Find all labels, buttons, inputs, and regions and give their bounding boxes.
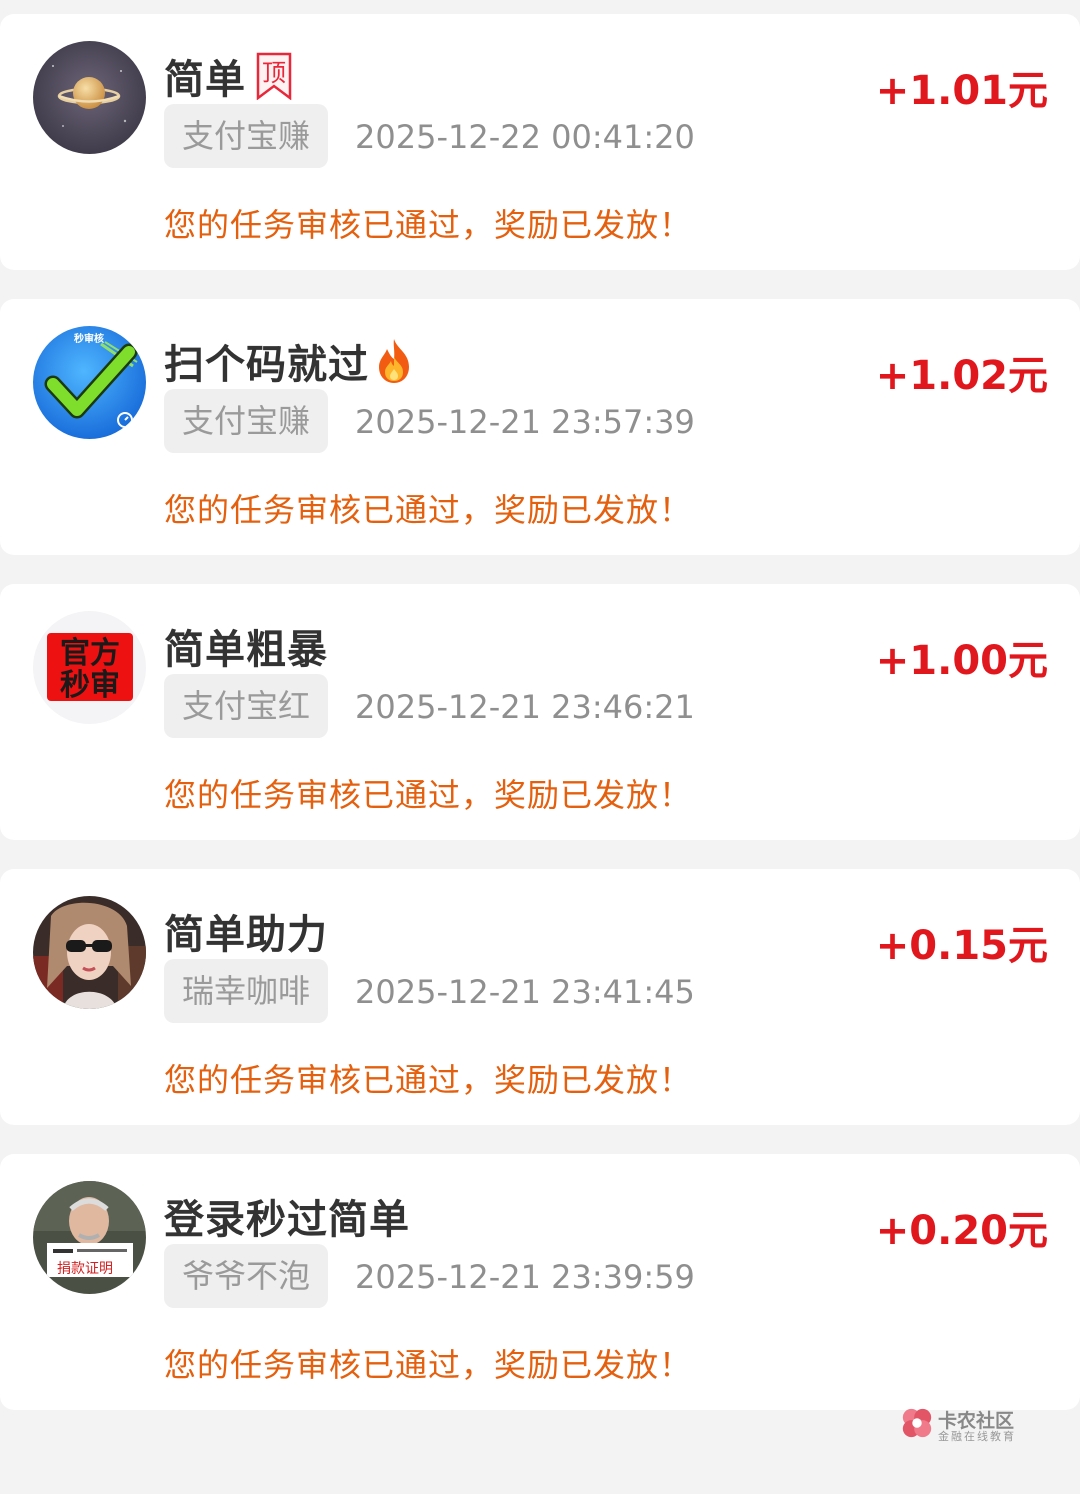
task-title: 简单粗暴 — [164, 627, 328, 673]
watermark-logo-icon — [902, 1408, 932, 1438]
reward-amount: +1.01元 — [875, 68, 1048, 114]
svg-text:捐款证明: 捐款证明 — [57, 1261, 113, 1277]
woman-sunglasses-avatar[interactable] — [33, 896, 146, 1009]
status-message: 您的任务审核已通过，奖励已发放！ — [164, 1346, 693, 1384]
task-card[interactable]: 简单 顶 +1.01元 支付宝赚 2025-12-22 00:41:20 您的任… — [0, 14, 1080, 270]
reward-amount: +0.15元 — [875, 923, 1048, 969]
task-title: 简单助力 — [164, 912, 328, 958]
task-tag: 瑞幸咖啡 — [164, 959, 328, 1023]
task-card[interactable]: 捐款证明 登录秒过简单 +0.20元 爷爷不泡 2025-12-21 23:39… — [0, 1154, 1080, 1410]
reward-amount: +0.20元 — [875, 1208, 1048, 1254]
timestamp: 2025-12-21 23:39:59 — [355, 1258, 695, 1296]
reward-amount: +1.00元 — [875, 638, 1048, 684]
task-title: 扫个码就过 — [164, 342, 369, 388]
svg-text:顶: 顶 — [262, 59, 286, 87]
watermark: 卡农社区 金融在线教育 — [900, 1404, 1030, 1444]
task-title: 简单 — [164, 57, 246, 103]
status-message: 您的任务审核已通过，奖励已发放！ — [164, 776, 693, 814]
status-message: 您的任务审核已通过，奖励已发放！ — [164, 491, 693, 529]
svg-text:秒审核: 秒审核 — [74, 332, 104, 345]
svg-text:秒审: 秒审 — [60, 668, 120, 703]
task-card[interactable]: 官方 秒审 简单粗暴 +1.00元 支付宝红 2025-12-21 23:46:… — [0, 584, 1080, 840]
timestamp: 2025-12-21 23:57:39 — [355, 403, 695, 441]
fire-icon — [373, 337, 415, 385]
timestamp: 2025-12-21 23:41:45 — [355, 973, 695, 1011]
stamp-avatar[interactable]: 官方 秒审 — [33, 611, 146, 724]
reward-amount: +1.02元 — [875, 353, 1048, 399]
old-man-avatar[interactable]: 捐款证明 — [33, 1181, 146, 1294]
task-tag: 支付宝红 — [164, 674, 328, 738]
status-message: 您的任务审核已通过，奖励已发放！ — [164, 206, 693, 244]
planet-avatar[interactable] — [33, 41, 146, 154]
task-card[interactable]: 秒审核 扫个码就过 +1.02元 支付宝赚 2025-12-21 23:57:3… — [0, 299, 1080, 555]
task-tag: 支付宝赚 — [164, 104, 328, 168]
pin-badge-icon: 顶 — [256, 52, 292, 101]
task-tag: 爷爷不泡 — [164, 1244, 328, 1308]
task-title: 登录秒过简单 — [164, 1197, 410, 1243]
task-card[interactable]: 简单助力 +0.15元 瑞幸咖啡 2025-12-21 23:41:45 您的任… — [0, 869, 1080, 1125]
timestamp: 2025-12-22 00:41:20 — [355, 118, 695, 156]
task-tag: 支付宝赚 — [164, 389, 328, 453]
watermark-subtitle: 金融在线教育 — [938, 1430, 1016, 1443]
status-message: 您的任务审核已通过，奖励已发放！ — [164, 1061, 693, 1099]
timestamp: 2025-12-21 23:46:21 — [355, 688, 695, 726]
svg-text:官方: 官方 — [60, 636, 120, 671]
checkmark-avatar[interactable]: 秒审核 — [33, 326, 146, 439]
